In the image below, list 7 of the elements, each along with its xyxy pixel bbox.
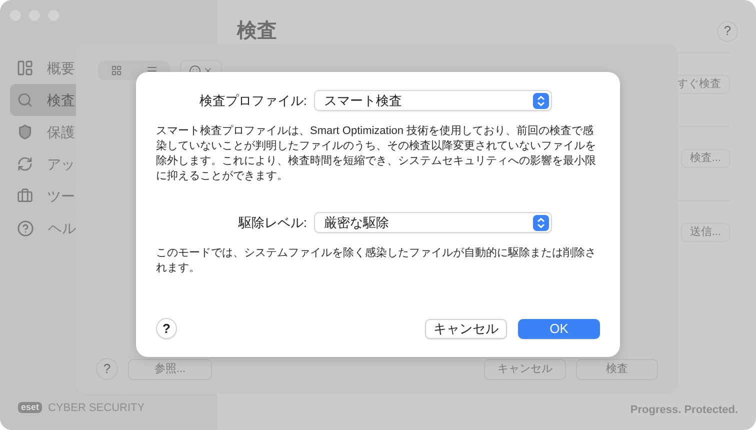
description: スマート検査プロファイルは、Smart Optimization 技術を使用しており、前回の検査で感染していないことが判明したファイルのうち、その検査以降変更されていないファイルを除外します。これにより、検査時間を短縮でき、システムセキュリティへの影響を最小限に抑えることができます。 <box>156 124 596 184</box>
page-title: 検査 <box>237 19 277 44</box>
field-label: 駆除レベル: <box>237 214 308 232</box>
logo: eset <box>18 402 42 414</box>
field-label: 検査プロファイル: <box>198 92 308 110</box>
description: このモードでは、システムファイルを除く感染したファイルが自動的に駆除または削除されます。 <box>156 246 596 276</box>
tagline: Progress. Protected. <box>630 402 738 418</box>
